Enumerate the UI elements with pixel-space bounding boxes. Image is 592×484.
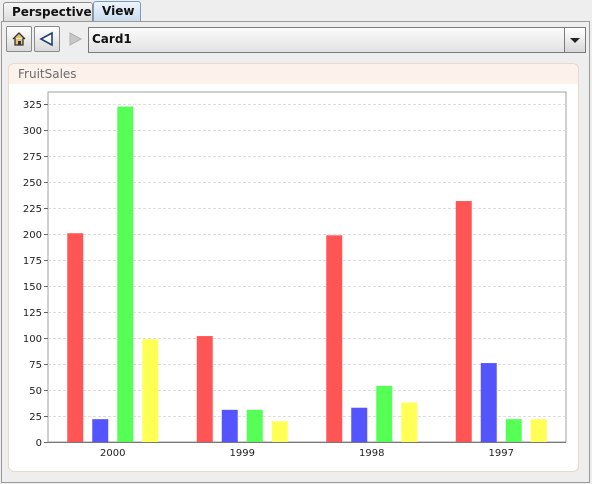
bar xyxy=(142,339,159,442)
y-tick-label: 300 xyxy=(23,126,42,137)
bar xyxy=(351,407,368,442)
bar xyxy=(455,201,472,442)
x-tick-label: 2000 xyxy=(100,448,125,459)
y-tick-label: 100 xyxy=(23,334,42,345)
x-tick-label: 1997 xyxy=(489,448,514,459)
y-tick-label: 200 xyxy=(23,230,42,241)
bar xyxy=(271,421,288,442)
x-tick-label: 1998 xyxy=(359,448,384,459)
bar xyxy=(505,419,522,442)
y-tick-label: 325 xyxy=(23,100,42,111)
bar xyxy=(376,385,393,442)
bar xyxy=(67,233,84,442)
y-tick-label: 75 xyxy=(29,360,42,371)
y-tick-label: 250 xyxy=(23,178,42,189)
y-tick-label: 125 xyxy=(23,308,42,319)
bar xyxy=(480,363,497,442)
y-tick-label: 0 xyxy=(36,438,42,449)
y-tick-label: 50 xyxy=(29,386,42,397)
bar-chart: 0 25 50 75 100 125 150 175 200 225 250 275 300 325 200… xyxy=(23,91,567,459)
bar xyxy=(401,402,418,442)
bar xyxy=(92,419,109,442)
y-tick-label: 275 xyxy=(23,152,42,163)
bar xyxy=(117,106,134,442)
bar xyxy=(530,419,547,442)
bar xyxy=(246,409,263,442)
x-tick-label: 1999 xyxy=(230,448,255,459)
bar xyxy=(196,336,213,442)
y-tick-label: 25 xyxy=(29,412,42,423)
y-tick-label: 150 xyxy=(23,282,42,293)
bar xyxy=(326,235,343,442)
y-tick-label: 175 xyxy=(23,256,42,267)
y-tick-label: 225 xyxy=(23,204,42,215)
bar xyxy=(221,409,238,442)
